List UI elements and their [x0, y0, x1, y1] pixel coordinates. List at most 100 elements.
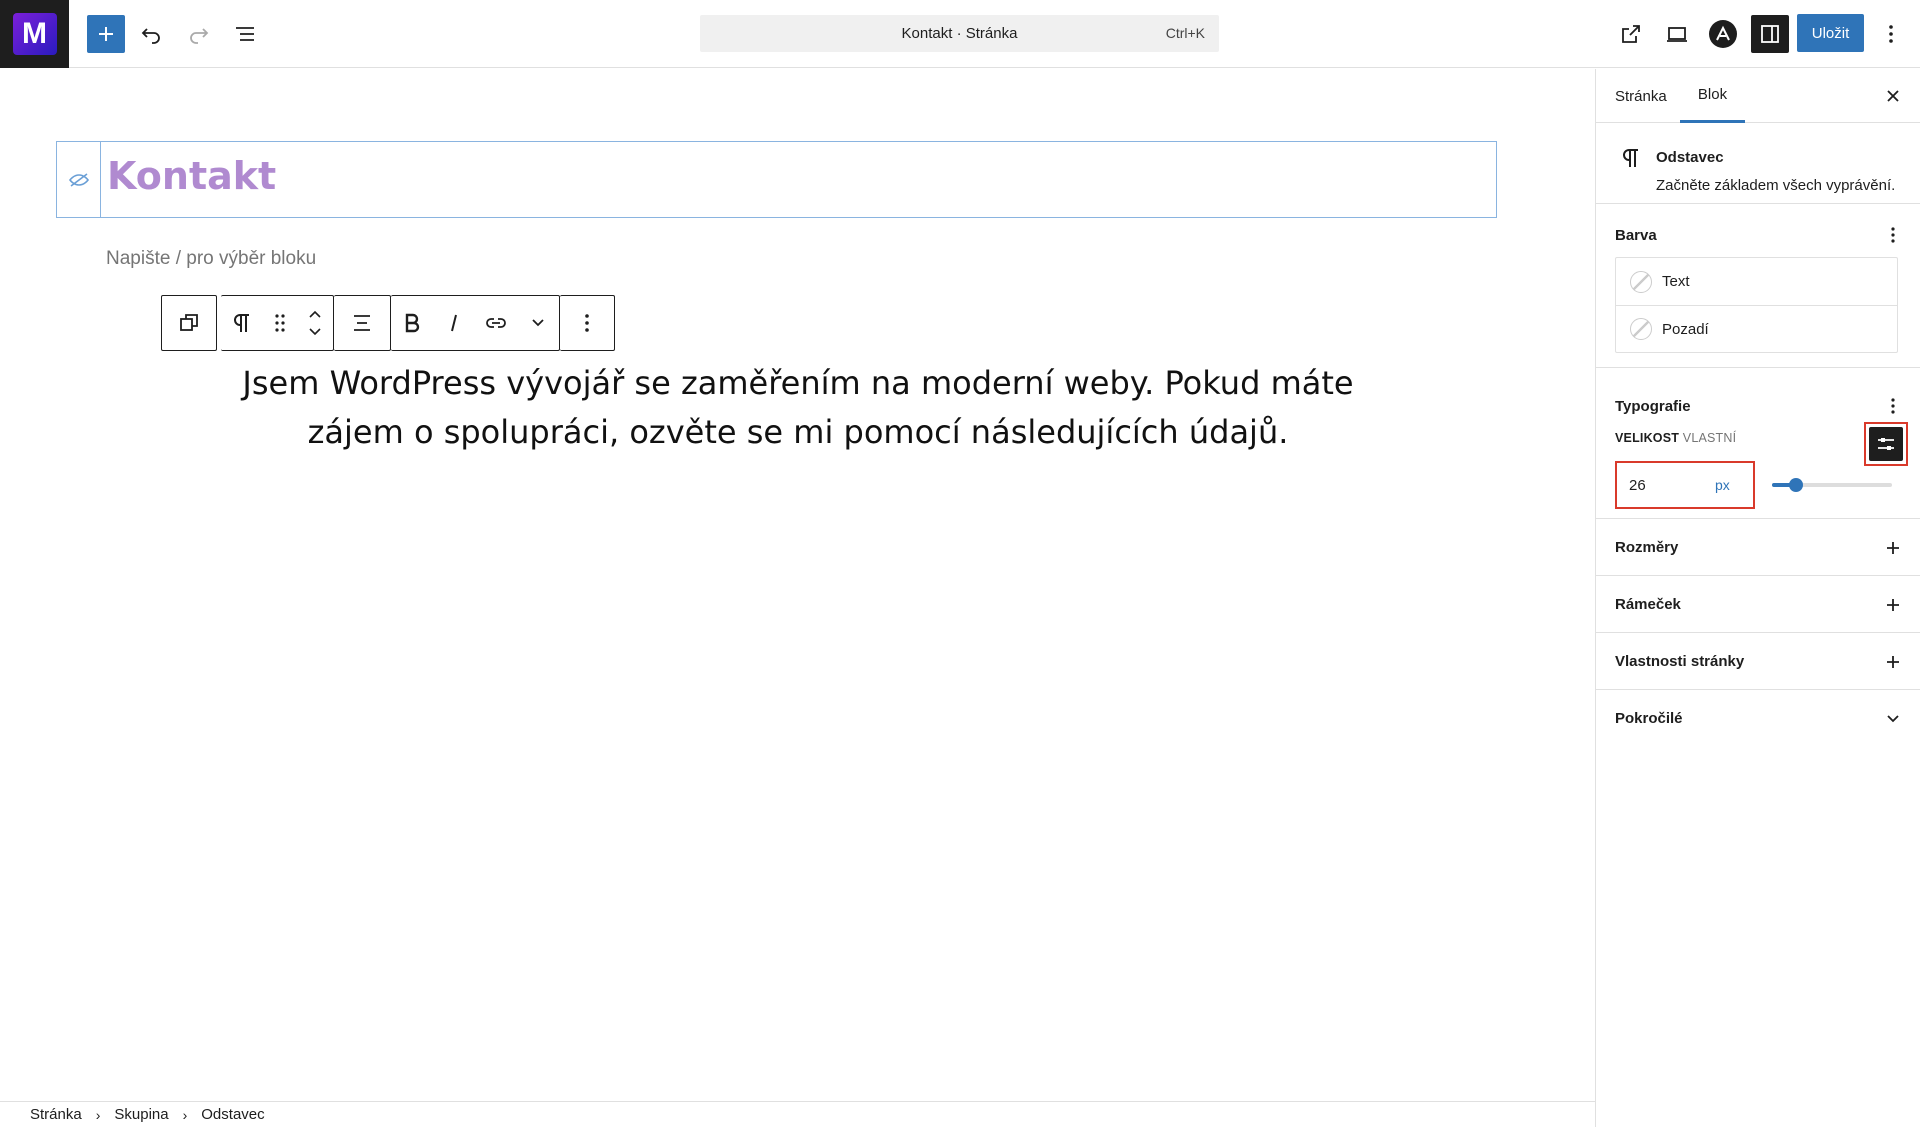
undo-icon [141, 28, 160, 44]
color-swatch-icon [1630, 318, 1652, 340]
slider-thumb[interactable] [1789, 478, 1803, 492]
view-page-button[interactable] [1612, 15, 1650, 53]
block-placeholder[interactable]: Napište / pro výběr bloku [106, 248, 316, 270]
color-swatch-icon [1630, 270, 1652, 293]
align-button[interactable] [334, 296, 390, 350]
plus-icon [99, 27, 113, 41]
border-panel[interactable]: Rámeček [1596, 576, 1920, 633]
dimensions-panel-title: Rozměry [1615, 539, 1679, 556]
chevron-down-icon [532, 319, 544, 327]
add-block-button[interactable] [87, 15, 125, 53]
breadcrumb-item-page[interactable]: Stránka [30, 1106, 82, 1123]
align-group [334, 295, 391, 351]
plus-icon [1880, 535, 1906, 561]
drag-handle[interactable] [263, 296, 297, 350]
breadcrumb-item-paragraph[interactable]: Odstavec [201, 1106, 264, 1123]
command-shortcut: Ctrl+K [1165, 25, 1205, 41]
dimensions-panel[interactable]: Rozměry [1596, 519, 1920, 576]
italic-button[interactable] [433, 296, 475, 350]
editor-canvas[interactable]: Kontakt Napište / pro výběr bloku Jsem W… [0, 69, 1595, 1101]
more-vertical-icon [1891, 227, 1895, 243]
background-color-label: Pozadí [1662, 320, 1709, 338]
font-size-field: px [1615, 461, 1755, 509]
typography-panel: Typografie VELIKOST VLASTNÍ px [1596, 368, 1920, 519]
undo-button[interactable] [133, 15, 171, 53]
redo-icon [190, 28, 209, 44]
breadcrumb: Stránka › Skupina › Odstavec [0, 1101, 1596, 1127]
close-sidebar-button[interactable] [1880, 83, 1906, 109]
drag-icon [275, 314, 285, 332]
parent-block-group [161, 295, 217, 351]
desktop-icon [1667, 27, 1687, 42]
font-size-slider[interactable] [1772, 475, 1892, 495]
color-panel-title: Barva [1615, 227, 1657, 244]
astra-settings-button[interactable] [1704, 15, 1742, 53]
paragraph-icon [1623, 149, 1638, 167]
block-name: Odstavec [1656, 149, 1724, 166]
page-properties-panel-title: Vlastnosti stránky [1615, 653, 1745, 670]
text-color-label: Text [1662, 273, 1690, 290]
format-group [391, 295, 560, 351]
font-size-input[interactable] [1617, 465, 1707, 505]
block-type-button[interactable] [221, 296, 263, 350]
color-settings: Text Pozadí [1615, 257, 1898, 353]
page-title[interactable]: Kontakt [107, 154, 276, 198]
move-up-down-button[interactable] [297, 296, 333, 350]
hidden-title-toggle[interactable] [57, 142, 101, 217]
more-vertical-icon [1889, 25, 1893, 43]
top-toolbar: M Kontakt · Stránka Ctrl+K Uložit [0, 0, 1920, 68]
close-icon [1887, 90, 1899, 102]
settings-sidebar: Stránka Blok Odstavec Začněte základem v… [1595, 69, 1920, 1127]
command-palette-bar[interactable]: Kontakt · Stránka Ctrl+K [700, 15, 1219, 52]
color-options-button[interactable] [1880, 222, 1906, 248]
group-icon [180, 314, 198, 331]
save-button[interactable]: Uložit [1797, 14, 1864, 52]
block-card: Odstavec Začněte základem všech vyprávěn… [1596, 123, 1920, 204]
select-parent-button[interactable] [162, 296, 216, 350]
eye-hidden-icon [68, 172, 89, 187]
settings-sliders-icon [1869, 427, 1903, 461]
logo-mark: M [12, 13, 57, 55]
link-icon [486, 318, 506, 328]
astra-logo-icon [1709, 20, 1737, 48]
more-vertical-icon [1891, 398, 1895, 414]
options-button[interactable] [1871, 15, 1911, 53]
more-format-button[interactable] [517, 296, 559, 350]
font-size-label: VELIKOST VLASTNÍ [1615, 431, 1736, 445]
block-options-button[interactable] [560, 296, 614, 350]
text-color-option[interactable]: Text [1616, 258, 1897, 305]
command-title: Kontakt · Stránka [901, 25, 1018, 42]
block-type-group [221, 295, 334, 351]
tab-block[interactable]: Blok [1680, 69, 1745, 123]
background-color-option[interactable]: Pozadí [1616, 305, 1897, 352]
device-preview-button[interactable] [1658, 15, 1696, 53]
plus-icon [1880, 592, 1906, 618]
chevron-right-icon: › [95, 1106, 101, 1123]
bold-button[interactable] [391, 296, 433, 350]
block-description: Začněte základem všech vyprávění. [1656, 177, 1896, 194]
advanced-panel[interactable]: Pokročilé [1596, 690, 1920, 747]
sidebar-tabs: Stránka Blok [1596, 69, 1920, 123]
paragraph-block[interactable]: Jsem WordPress vývojář se zaměřením na m… [190, 359, 1406, 457]
typography-panel-title: Typografie [1615, 398, 1691, 415]
settings-sidebar-toggle[interactable] [1751, 15, 1789, 53]
page-title-block[interactable]: Kontakt [56, 141, 1497, 218]
border-panel-title: Rámeček [1615, 596, 1681, 613]
options-group [560, 295, 615, 351]
site-logo[interactable]: M [0, 0, 69, 68]
color-panel: Barva Text Pozadí [1596, 204, 1920, 368]
chevron-down-icon [1880, 706, 1906, 732]
custom-size-toggle-button[interactable] [1864, 422, 1908, 466]
sidebar-icon [1761, 25, 1779, 43]
more-vertical-icon [585, 314, 589, 332]
tab-page[interactable]: Stránka [1615, 69, 1667, 123]
document-overview-button[interactable] [226, 15, 264, 53]
font-size-unit-select[interactable]: px [1715, 477, 1730, 493]
breadcrumb-item-group[interactable]: Skupina [114, 1106, 168, 1123]
list-view-icon [236, 27, 254, 41]
page-properties-panel[interactable]: Vlastnosti stránky [1596, 633, 1920, 690]
typography-options-button[interactable] [1880, 393, 1906, 419]
plus-icon [1880, 649, 1906, 675]
link-button[interactable] [475, 296, 517, 350]
redo-button[interactable] [179, 15, 217, 53]
